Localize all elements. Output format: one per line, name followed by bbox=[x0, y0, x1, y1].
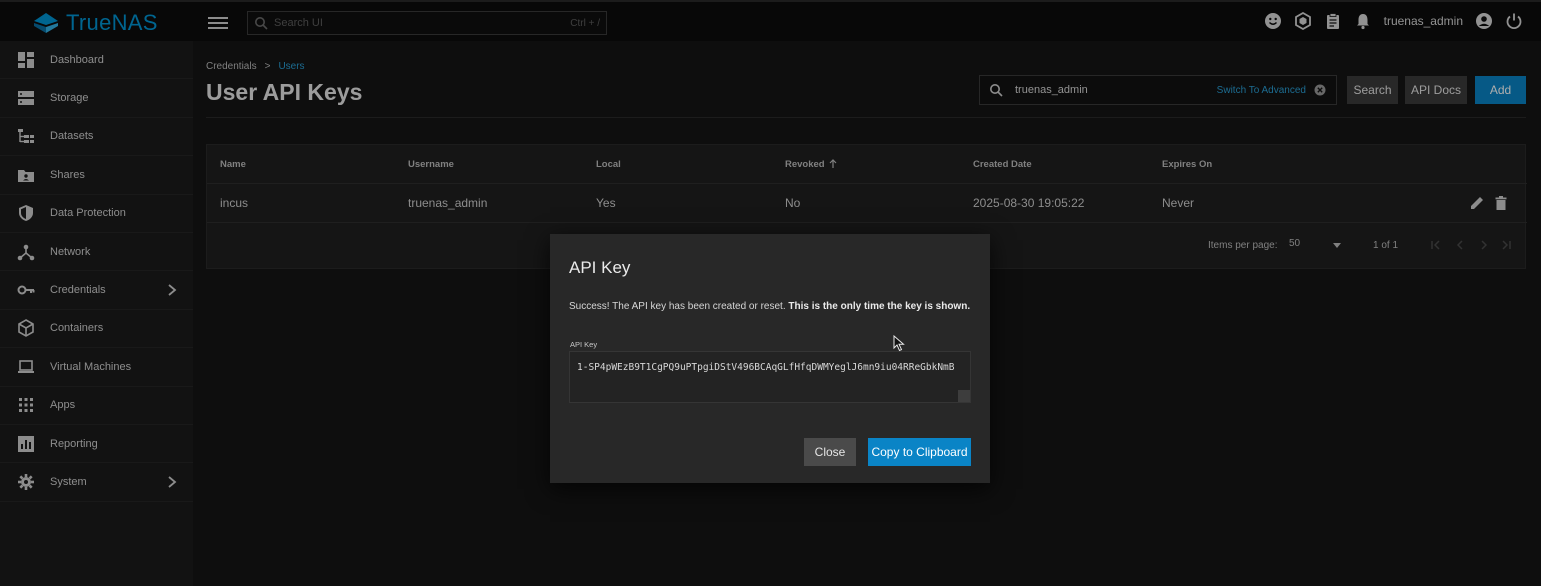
dialog-message-text: Success! The API key has been created or… bbox=[569, 301, 786, 312]
copy-to-clipboard-button[interactable]: Copy to Clipboard bbox=[868, 438, 971, 466]
close-button[interactable]: Close bbox=[804, 438, 856, 466]
mouse-cursor-icon bbox=[893, 335, 905, 352]
api-key-textarea[interactable]: 1-SP4pWEzB9T1CgPQ9uPTpgiDStV496BCAqGLfHf… bbox=[569, 351, 971, 403]
api-key-value[interactable]: 1-SP4pWEzB9T1CgPQ9uPTpgiDStV496BCAqGLfHf… bbox=[577, 362, 962, 373]
api-key-label: API Key bbox=[570, 340, 598, 349]
dialog-title: API Key bbox=[569, 258, 631, 277]
dialog-message-warning: This is the only time the key is shown. bbox=[788, 301, 971, 312]
api-key-dialog: API Key Success! The API key has been cr… bbox=[550, 234, 990, 483]
resize-handle[interactable] bbox=[958, 390, 970, 402]
dialog-message: Success! The API key has been created or… bbox=[569, 301, 970, 312]
